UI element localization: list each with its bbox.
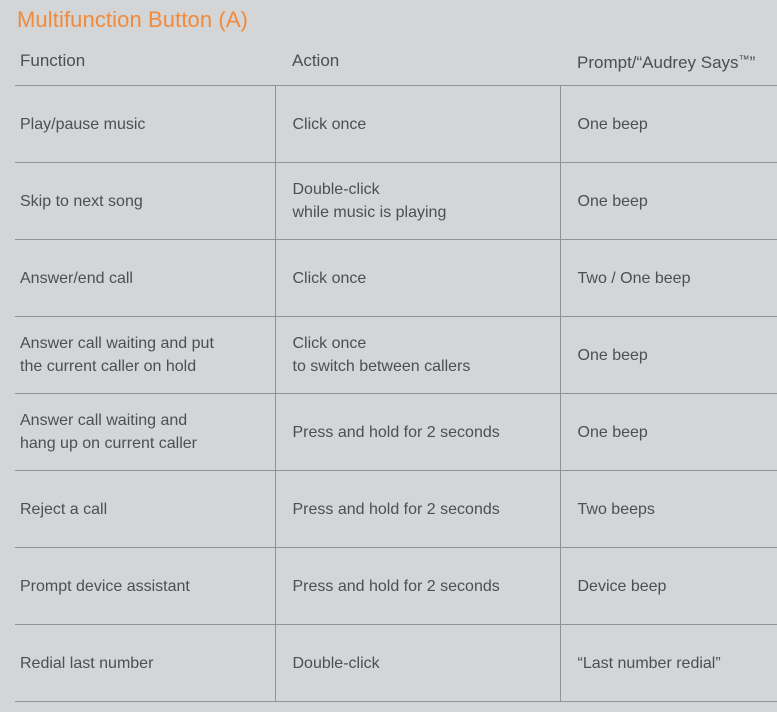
table-row: Skip to next song Double-click while music… [15, 162, 777, 240]
table-cell-action: Click once to switch between callers [274, 316, 560, 394]
cell-line: One beep [577, 192, 648, 210]
column-header-function: Function [15, 37, 275, 86]
cell-line: Click once [292, 115, 367, 133]
cell-line: Click once [292, 335, 367, 352]
table-cell-prompt: “Last number redial” [559, 624, 777, 702]
cell-line: One beep [577, 115, 648, 133]
cell-line: Press and hold for 2 seconds [292, 577, 500, 595]
cell-line: Reject a call [20, 500, 108, 518]
table-cell-prompt: One beep [559, 162, 777, 240]
table-cell-action: Click once [274, 239, 560, 317]
cell-line: Redial last number [20, 654, 154, 672]
table-row: Answer call waiting and put the current c… [15, 316, 777, 394]
cell-line: the current caller on hold [20, 358, 197, 375]
table-cell-function: Play/pause music [15, 85, 275, 163]
table-cell-function: Answer call waiting and put the current c… [15, 316, 275, 394]
table-cell-function: Reject a call [15, 470, 275, 548]
column-header-prompt-main: Prompt/“Audrey Says [577, 52, 739, 72]
multifunction-button-reference-sheet: Multifunction Button (A) Function Action… [0, 0, 777, 712]
table-row: Answer call waiting and hang up on curren… [15, 393, 777, 471]
table-cell-prompt: One beep [559, 85, 777, 163]
table-row: Redial last number Double-click “Last numb… [15, 624, 777, 702]
table-cell-prompt: One beep [559, 316, 777, 394]
cell-line: Prompt device assistant [20, 577, 190, 595]
table-cell-prompt: Two beeps [559, 470, 777, 548]
trademark-symbol: ™ [738, 53, 750, 66]
cell-line: hang up on current caller [20, 435, 197, 452]
cell-line: Device beep [577, 577, 667, 595]
table-cell-function: Prompt device assistant [15, 547, 275, 625]
cell-line: Double-click [292, 181, 380, 198]
cell-line: “Last number redial” [577, 654, 721, 672]
table-row: Prompt device assistant Press and hold fo… [15, 547, 777, 625]
table-cell-action: Double-click [274, 624, 560, 702]
multifunction-button-table: Function Action Prompt/“Audrey Says™” Pl… [15, 37, 777, 702]
table-row: Answer/end call Click once Two / One beep [15, 239, 777, 317]
table-header: Function Action Prompt/“Audrey Says™” [15, 37, 777, 86]
cell-line: Play/pause music [20, 115, 146, 133]
column-header-action: Action [275, 37, 560, 86]
page-title: Multifunction Button (A) [17, 7, 249, 32]
table-cell-action: Double-click while music is playing [274, 162, 560, 240]
cell-line: Answer call waiting and [20, 412, 188, 429]
cell-line: Double-click [292, 654, 380, 672]
cell-line: One beep [577, 423, 648, 441]
table-cell-action: Press and hold for 2 seconds [274, 470, 560, 548]
cell-line: Answer/end call [20, 269, 133, 287]
table-cell-function: Skip to next song [15, 162, 275, 240]
table-container: Function Action Prompt/“Audrey Says™” Pl… [0, 37, 777, 702]
column-header-prompt-text: Prompt/“Audrey Says™” [577, 49, 777, 74]
table-cell-function: Answer/end call [15, 239, 275, 317]
column-header-prompt: Prompt/“Audrey Says™” [560, 37, 777, 86]
cell-line: Answer call waiting and put [20, 335, 214, 352]
cell-line: Two / One beep [577, 269, 691, 287]
cell-line: One beep [577, 346, 648, 364]
table-cell-action: Press and hold for 2 seconds [274, 547, 560, 625]
cell-line: Two beeps [577, 500, 655, 518]
table-cell-action: Press and hold for 2 seconds [274, 393, 560, 471]
table-cell-prompt: Two / One beep [559, 239, 777, 317]
cell-line: Press and hold for 2 seconds [292, 500, 500, 518]
table-cell-prompt: Device beep [559, 547, 777, 625]
cell-line: while music is playing [292, 204, 447, 221]
table-cell-action: Click once [274, 85, 560, 163]
table-header-row: Function Action Prompt/“Audrey Says™” [15, 37, 777, 86]
table-row: Reject a call Press and hold for 2 second… [15, 470, 777, 548]
column-header-prompt-tail: ” [749, 52, 756, 72]
table-body: Play/pause music Click once One beep Skip t… [15, 85, 777, 702]
cell-line: Click once [292, 269, 367, 287]
cell-line: to switch between callers [292, 358, 471, 375]
table-row: Play/pause music Click once One beep [15, 85, 777, 163]
table-cell-function: Redial last number [15, 624, 275, 702]
cell-line: Skip to next song [20, 192, 143, 210]
cell-line: Press and hold for 2 seconds [292, 423, 500, 441]
table-cell-prompt: One beep [559, 393, 777, 471]
table-cell-function: Answer call waiting and hang up on curren… [15, 393, 275, 471]
